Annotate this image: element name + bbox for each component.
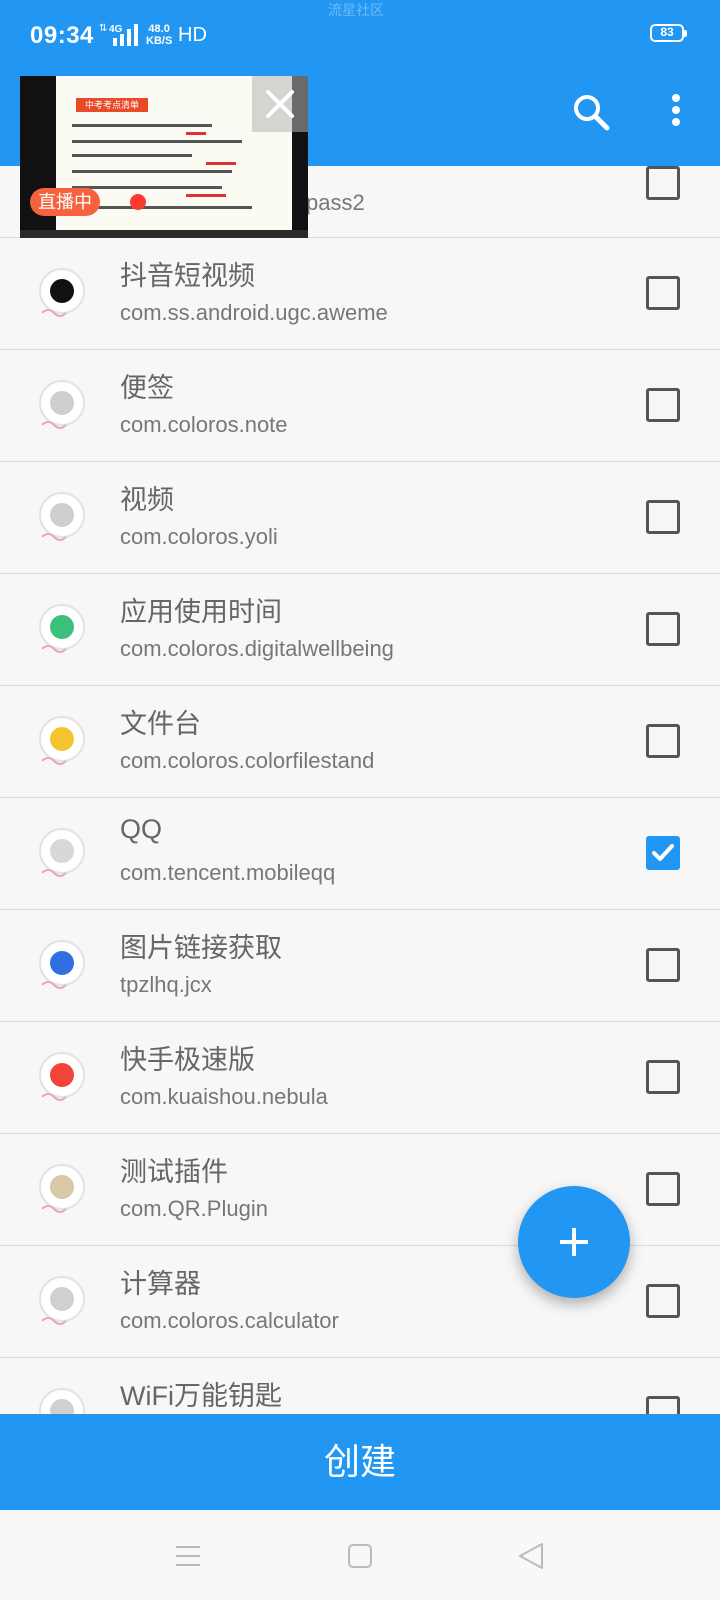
- app-label: 抖音短视频: [120, 261, 255, 291]
- list-item[interactable]: 文件台 com.coloros.colorfilestand: [0, 686, 720, 798]
- list-item[interactable]: 应用使用时间 com.coloros.digitalwellbeing: [0, 574, 720, 686]
- menu-icon[interactable]: [176, 1544, 200, 1568]
- status-time: 09:34: [30, 22, 94, 49]
- list-item[interactable]: 视频 com.coloros.yoli: [0, 462, 720, 574]
- file-stand-icon: [39, 716, 85, 765]
- app-label: 便签: [120, 373, 174, 403]
- data-activity-icon: ⇅: [99, 23, 108, 34]
- list-item[interactable]: 图片链接获取 tpzlhq.jcx: [0, 910, 720, 1022]
- app-checkbox[interactable]: [646, 836, 680, 870]
- digital-wellbeing-icon: [39, 604, 85, 653]
- back-icon[interactable]: [518, 1542, 544, 1570]
- app-checkbox[interactable]: [646, 948, 680, 982]
- douyin-icon: [39, 268, 85, 317]
- pip-slide-header: 中考考点清单: [76, 98, 148, 112]
- list-item[interactable]: 抖音短视频 com.ss.android.ugc.aweme: [0, 238, 720, 350]
- app-label: QQ: [120, 814, 163, 844]
- image-link-icon: [39, 940, 85, 989]
- live-badge: 直播中: [30, 188, 100, 216]
- close-icon: [266, 90, 294, 118]
- app-checkbox[interactable]: [646, 276, 680, 310]
- app-package: com.ss.android.ugc.aweme: [120, 300, 388, 325]
- create-button[interactable]: 创建: [0, 1414, 720, 1510]
- list-item[interactable]: 便签 com.coloros.note: [0, 350, 720, 462]
- battery-level: 83: [660, 25, 674, 39]
- network-speed-unit: KB/S: [146, 35, 173, 47]
- app-checkbox[interactable]: [646, 388, 680, 422]
- wifi-key-icon: [39, 1388, 85, 1414]
- signal-icon: [113, 24, 138, 46]
- app-label: 图片链接获取: [120, 933, 282, 963]
- app-package: com.QR.Plugin: [120, 1196, 268, 1221]
- app-checkbox[interactable]: [646, 500, 680, 534]
- app-package: com.coloros.yoli: [120, 524, 278, 549]
- pip-close-button[interactable]: [252, 76, 308, 132]
- list-item[interactable]: 快手极速版 com.kuaishou.nebula: [0, 1022, 720, 1134]
- network-speed: 48.0 KB/S: [146, 23, 172, 47]
- app-checkbox[interactable]: [646, 724, 680, 758]
- app-label: 计算器: [120, 1269, 201, 1299]
- plus-icon: [560, 1228, 588, 1256]
- battery-cap: [684, 30, 687, 37]
- app-package: com.tencent.mobileqq: [120, 860, 336, 885]
- calculator-icon: [39, 1276, 85, 1325]
- hd-indicator: HD: [178, 24, 207, 46]
- home-icon[interactable]: [348, 1544, 372, 1568]
- check-icon: [652, 844, 674, 861]
- add-fab-button[interactable]: [518, 1186, 630, 1298]
- app-label: WiFi万能钥匙: [120, 1381, 282, 1411]
- pip-taskbar: [20, 230, 308, 238]
- app-checkbox[interactable]: [646, 1396, 680, 1414]
- app-label: 应用使用时间: [120, 597, 282, 627]
- app-package: pass2: [306, 190, 365, 215]
- list-item[interactable]: WiFi万能钥匙: [0, 1358, 720, 1414]
- test-plugin-icon: [39, 1164, 85, 1213]
- live-dot: [130, 194, 146, 210]
- kuaishou-icon: [39, 1052, 85, 1101]
- status-bar: 09:34 ⇅ 4G 48.0 KB/S HD 流星社区 83: [0, 0, 720, 72]
- network-speed-value: 48.0: [148, 23, 170, 35]
- app-package: com.coloros.digitalwellbeing: [120, 636, 394, 661]
- app-label: 快手极速版: [120, 1045, 255, 1075]
- app-checkbox[interactable]: [646, 612, 680, 646]
- app-label: 视频: [120, 485, 174, 515]
- app-checkbox[interactable]: [646, 1060, 680, 1094]
- more-vert-icon[interactable]: [668, 92, 684, 132]
- app-label: 文件台: [120, 709, 201, 739]
- qq-icon: [39, 828, 85, 877]
- app-label: 测试插件: [120, 1157, 228, 1187]
- app-package: com.coloros.calculator: [120, 1308, 339, 1333]
- note-icon: [39, 380, 85, 429]
- app-package: com.coloros.note: [120, 412, 288, 437]
- list-item[interactable]: QQ com.tencent.mobileqq: [0, 798, 720, 910]
- app-checkbox[interactable]: [646, 166, 680, 200]
- app-package: com.coloros.colorfilestand: [120, 748, 375, 773]
- app-package: com.kuaishou.nebula: [120, 1084, 328, 1109]
- pip-video[interactable]: 中考考点清单 直播中: [20, 76, 308, 238]
- watermark: 流星社区: [328, 2, 384, 18]
- app-checkbox[interactable]: [646, 1284, 680, 1318]
- search-icon[interactable]: [571, 92, 611, 132]
- video-icon: [39, 492, 85, 541]
- app-checkbox[interactable]: [646, 1172, 680, 1206]
- app-package: tpzlhq.jcx: [120, 972, 212, 997]
